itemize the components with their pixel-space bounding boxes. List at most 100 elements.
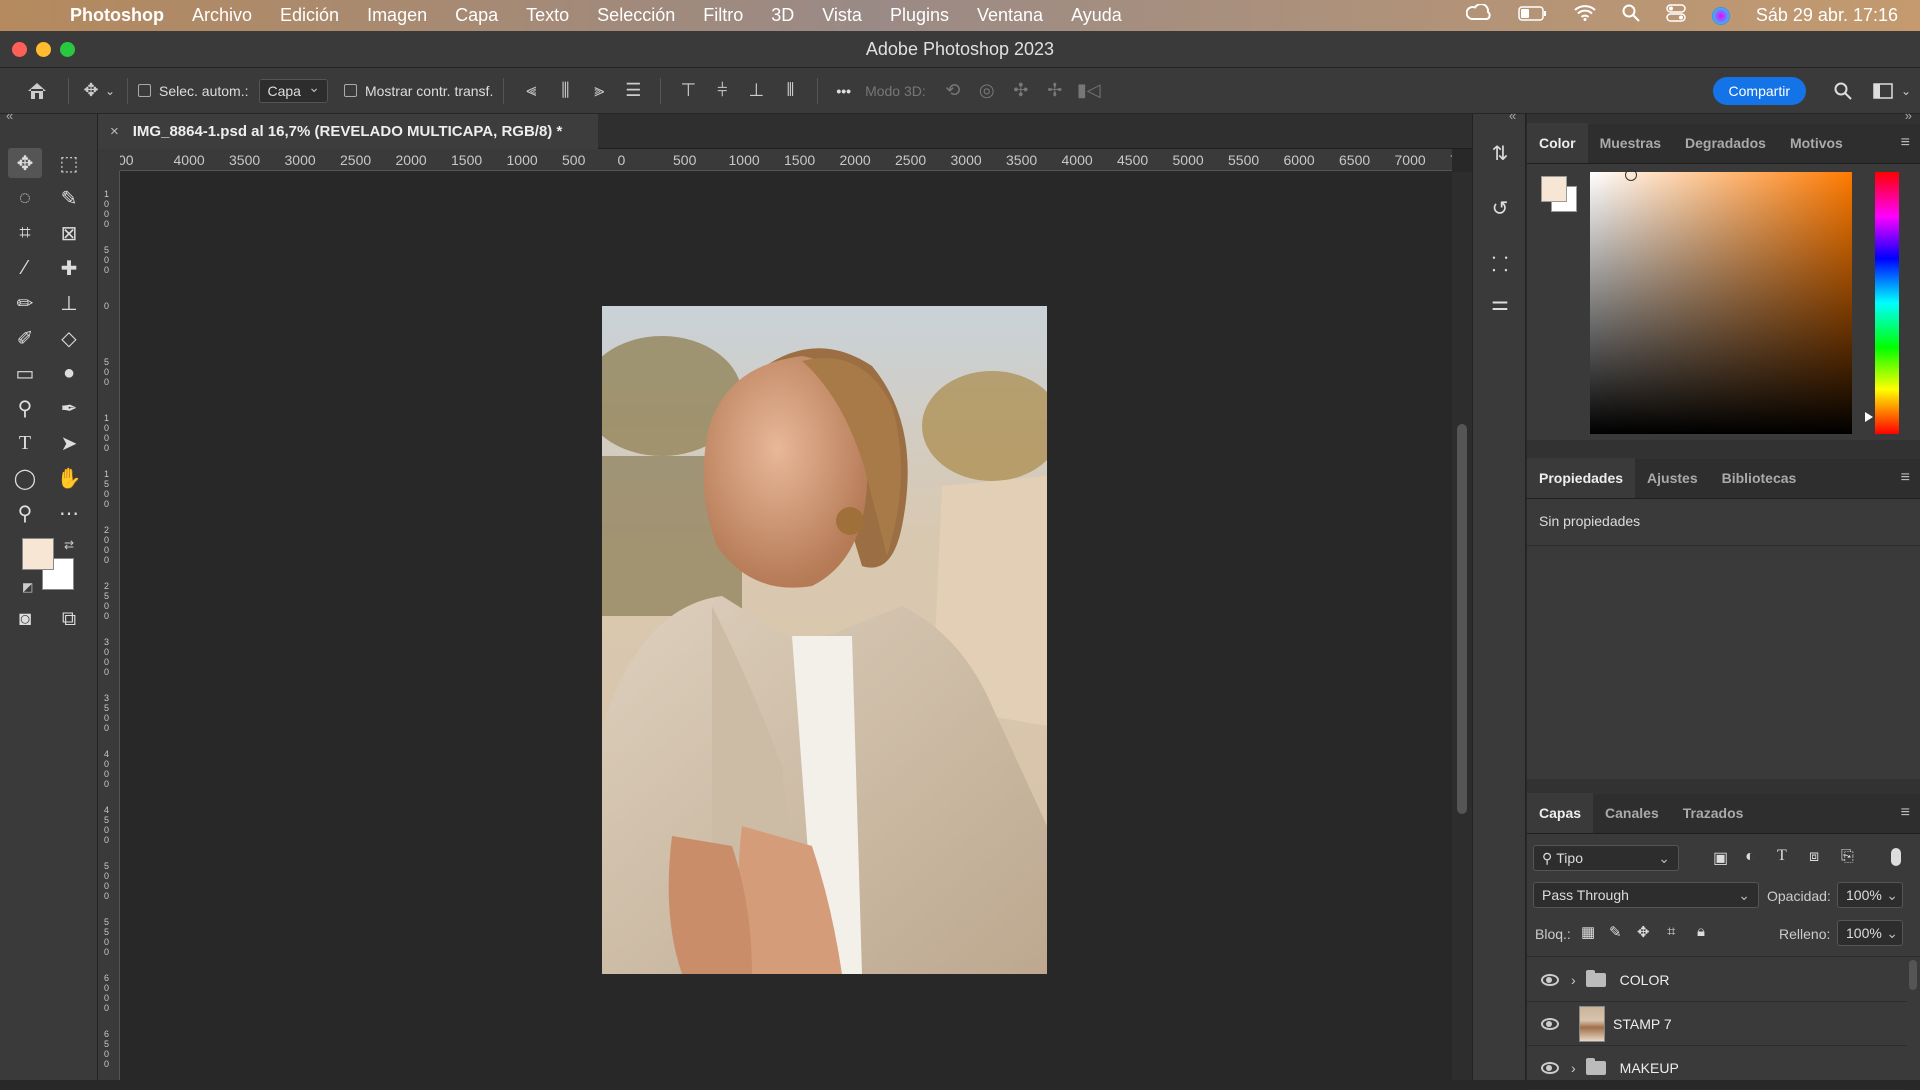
layer-comps-icon[interactable]: ⇅: [1485, 138, 1515, 168]
tab-ajustes[interactable]: Ajustes: [1635, 458, 1710, 498]
close-window-button[interactable]: [12, 42, 27, 57]
tab-degradados[interactable]: Degradados: [1673, 123, 1778, 163]
layer-name[interactable]: STAMP 7: [1613, 1016, 1672, 1032]
collapse-tools-icon[interactable]: «: [6, 108, 13, 123]
zoom-window-button[interactable]: [60, 42, 75, 57]
filter-toggle-icon[interactable]: [1891, 848, 1901, 866]
roll-3d-icon[interactable]: ◎: [970, 80, 1004, 101]
menu-seleccion[interactable]: Selección: [597, 5, 675, 26]
visibility-eye-icon[interactable]: [1541, 1061, 1559, 1074]
crop-tool[interactable]: ⌗: [8, 218, 42, 248]
distribute-icon[interactable]: ☰: [616, 80, 650, 101]
hand-tool[interactable]: ✋: [52, 463, 86, 493]
close-tab-icon[interactable]: ×: [110, 123, 119, 140]
align-middle-v-icon[interactable]: ⫩: [705, 80, 739, 101]
pen-tool[interactable]: ✒: [52, 393, 86, 423]
hue-slider-handle[interactable]: [1865, 412, 1873, 422]
menu-imagen[interactable]: Imagen: [367, 5, 427, 26]
ellipse-tool[interactable]: ◯: [8, 463, 42, 493]
layers-scrollbar[interactable]: [1909, 960, 1917, 990]
layer-row[interactable]: › COLOR: [1527, 958, 1907, 1002]
color-panel-menu-icon[interactable]: ≡: [1901, 123, 1920, 163]
brush-tool[interactable]: ✏: [8, 288, 42, 318]
quick-mask-icon[interactable]: ◙: [8, 604, 42, 634]
menu-vista[interactable]: Vista: [822, 5, 862, 26]
menu-edicion[interactable]: Edición: [280, 5, 339, 26]
expand-panels-icon[interactable]: »: [1905, 108, 1912, 123]
more-options-icon[interactable]: •••: [836, 83, 851, 99]
tab-motivos[interactable]: Motivos: [1778, 123, 1855, 163]
document-image[interactable]: [602, 306, 1047, 974]
filter-smart-object-icon[interactable]: ⎘: [1841, 848, 1854, 866]
panel-foreground-swatch[interactable]: [1541, 176, 1567, 202]
camera-3d-icon[interactable]: ▮◁: [1072, 80, 1106, 101]
canvas-scrollbar[interactable]: [1452, 172, 1472, 1080]
expand-group-chevron-icon[interactable]: ›: [1571, 1060, 1576, 1076]
home-icon[interactable]: [24, 81, 50, 101]
align-center-h-icon[interactable]: ⫼: [548, 80, 582, 101]
history-brush-tool[interactable]: ✐: [8, 323, 42, 353]
lock-artboard-icon[interactable]: ⌗: [1667, 923, 1675, 940]
brush-settings-icon[interactable]: ⸬: [1485, 248, 1515, 278]
edit-toolbar-icon[interactable]: ⋯: [52, 498, 86, 528]
adjustments-icon[interactable]: ⚌: [1485, 288, 1515, 318]
workspace-chevron-icon[interactable]: ⌄: [1898, 84, 1914, 98]
lock-position-icon[interactable]: ✥: [1637, 923, 1650, 941]
auto-select-checkbox[interactable]: [138, 84, 151, 97]
default-colors-icon[interactable]: ◩: [22, 580, 33, 594]
expand-group-chevron-icon[interactable]: ›: [1571, 972, 1576, 988]
layer-row[interactable]: STAMP 7: [1527, 1002, 1907, 1046]
document-tab[interactable]: × IMG_8864-1.psd al 16,7% (REVELADO MULT…: [98, 114, 598, 149]
menu-filtro[interactable]: Filtro: [703, 5, 743, 26]
control-center-icon[interactable]: [1666, 4, 1686, 27]
lock-transparent-icon[interactable]: ▦: [1581, 923, 1595, 941]
lock-image-icon[interactable]: ✎: [1609, 923, 1622, 941]
auto-select-dropdown[interactable]: Capa: [258, 78, 328, 103]
filter-shape-icon[interactable]: ⧈: [1809, 848, 1819, 866]
layer-filter-dropdown[interactable]: ⚲ Tipo ⌄: [1533, 845, 1679, 871]
slide-3d-icon[interactable]: ✢: [1038, 80, 1072, 101]
tab-bibliotecas[interactable]: Bibliotecas: [1710, 458, 1809, 498]
lasso-tool[interactable]: ◌: [8, 183, 42, 213]
minimize-window-button[interactable]: [36, 42, 51, 57]
orbit-3d-icon[interactable]: ⟲: [936, 80, 970, 101]
menubar-clock[interactable]: Sáb 29 abr. 17:16: [1756, 5, 1898, 26]
history-icon[interactable]: ↺: [1485, 193, 1515, 223]
layer-name[interactable]: COLOR: [1620, 972, 1670, 988]
properties-panel-menu-icon[interactable]: ≡: [1901, 458, 1920, 498]
scrollbar-thumb[interactable]: [1457, 424, 1467, 814]
align-top-icon[interactable]: ⊤: [671, 80, 705, 101]
visibility-eye-icon[interactable]: [1541, 1017, 1559, 1030]
gradient-tool[interactable]: ▭: [8, 358, 42, 388]
tab-trazados[interactable]: Trazados: [1671, 793, 1756, 833]
marquee-tool[interactable]: ⬚: [52, 148, 86, 178]
tab-color[interactable]: Color: [1527, 123, 1588, 163]
battery-icon[interactable]: [1518, 5, 1548, 26]
move-tool[interactable]: ✥: [8, 148, 42, 178]
horizontal-ruler[interactable]: 0040003500300025002000150010005000500100…: [120, 149, 1452, 171]
menu-archivo[interactable]: Archivo: [192, 5, 252, 26]
align-bottom-icon[interactable]: ⊥: [739, 80, 773, 101]
color-picker-cursor[interactable]: [1625, 169, 1637, 181]
tab-muestras[interactable]: Muestras: [1588, 123, 1673, 163]
layers-panel-menu-icon[interactable]: ≡: [1901, 793, 1920, 833]
menu-photoshop[interactable]: Photoshop: [70, 5, 164, 26]
vertical-ruler[interactable]: 1000 500 0 500 1000 1500 2000 2500 3000 3500 4000 4…: [98, 171, 120, 1080]
tab-capas[interactable]: Capas: [1527, 793, 1594, 833]
creative-cloud-icon[interactable]: [1465, 3, 1492, 27]
pan-3d-icon[interactable]: ✣: [1004, 80, 1038, 101]
filter-pixel-icon[interactable]: ▣: [1713, 848, 1728, 868]
blur-tool[interactable]: ●: [52, 358, 86, 388]
zoom-tool[interactable]: ⚲: [8, 498, 42, 528]
menu-texto[interactable]: Texto: [526, 5, 569, 26]
quick-select-tool[interactable]: ✎: [52, 183, 86, 213]
blend-mode-dropdown[interactable]: Pass Through ⌄: [1533, 882, 1759, 908]
move-tool-icon[interactable]: ✥: [79, 80, 103, 101]
filter-type-icon[interactable]: T: [1777, 847, 1787, 865]
eraser-tool[interactable]: ◇: [52, 323, 86, 353]
distribute-v-icon[interactable]: ⫴: [773, 80, 807, 101]
frame-tool[interactable]: ⊠: [52, 218, 86, 248]
show-transform-checkbox[interactable]: [343, 84, 357, 97]
filter-adjustment-icon[interactable]: ◐: [1745, 848, 1755, 866]
workspace-icon[interactable]: [1868, 82, 1898, 99]
